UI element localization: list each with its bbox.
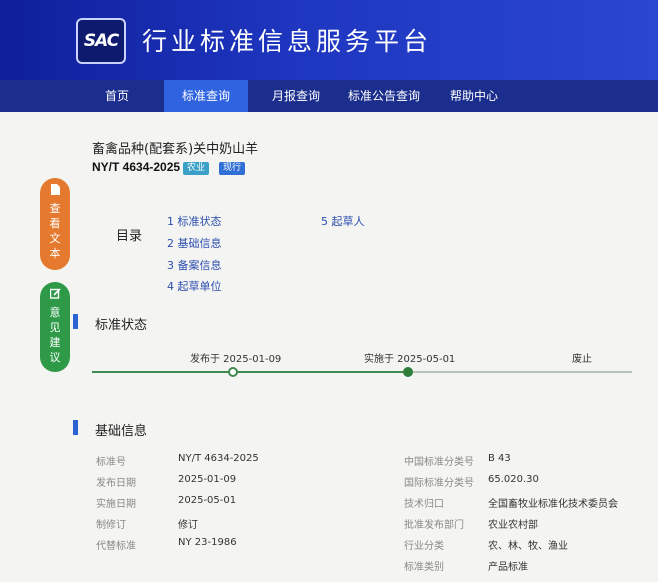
info-key: 代替标准	[96, 541, 136, 552]
status-section-title: 标准状态	[95, 318, 148, 333]
nav-help-center[interactable]: 帮助中心	[440, 80, 508, 112]
info-key: 批准发布部门	[404, 520, 464, 531]
site-title: 行业标准信息服务平台	[142, 27, 433, 56]
info-value: 产品标准	[488, 562, 528, 573]
info-value: 农、林、牧、渔业	[488, 541, 568, 552]
status-timeline	[92, 371, 632, 373]
toc-item-drafters[interactable]: 5 起草人	[321, 213, 365, 229]
toc-label: 标准状态	[177, 215, 222, 228]
info-key: 国际标准分类号	[404, 478, 474, 489]
info-key: 实施日期	[96, 499, 136, 510]
info-key: 标准号	[96, 457, 126, 468]
info-value: 2025-01-09	[178, 474, 237, 485]
main-content	[0, 112, 658, 582]
info-key: 中国标准分类号	[404, 457, 474, 468]
edit-icon	[40, 288, 70, 303]
info-key: 标准类别	[404, 562, 444, 573]
info-key: 行业分类	[404, 541, 444, 552]
published-date-label: 发布于 2025-01-09	[190, 354, 282, 365]
toc-num: 4	[167, 280, 174, 293]
nav-standard-query[interactable]: 标准查询	[164, 80, 248, 112]
info-value: 全国畜牧业标准化技术委员会	[488, 499, 618, 510]
toc-num: 5	[321, 215, 328, 228]
toc-num: 1	[167, 215, 174, 228]
implemented-date-label: 实施于 2025-05-01	[364, 354, 456, 365]
toc-item-status[interactable]: 1 标准状态	[167, 213, 222, 229]
toc-num: 2	[167, 237, 174, 250]
status-badge: 现行	[219, 162, 246, 175]
info-key: 技术归口	[404, 499, 444, 510]
info-value: 2025-05-01	[178, 495, 237, 506]
toc-title: 目录	[116, 229, 143, 244]
nav-home[interactable]: 首页	[88, 80, 146, 112]
category-badge: 农业	[183, 162, 210, 175]
info-value: 修订	[178, 520, 198, 531]
standard-name: 畜禽品种(配套系)关中奶山羊	[92, 142, 259, 157]
nav-announcement-query[interactable]: 标准公告查询	[340, 80, 428, 112]
toc-item-filing-info[interactable]: 3 备案信息	[167, 257, 222, 273]
comment-button[interactable]: 意见建议	[40, 282, 70, 372]
timeline-future	[408, 371, 632, 373]
toc-item-drafting-units[interactable]: 4 起草单位	[167, 278, 222, 294]
published-marker	[228, 367, 238, 377]
info-value: 农业农村部	[488, 520, 538, 531]
toc-num: 3	[167, 259, 174, 272]
site-header: SAC 行业标准信息服务平台	[0, 0, 658, 80]
basic-section-title: 基础信息	[95, 424, 148, 439]
toc-label: 起草单位	[177, 280, 222, 293]
standard-code: NY/T 4634-2025	[92, 160, 181, 174]
toc-label: 备案信息	[177, 259, 222, 272]
implemented-marker	[403, 367, 413, 377]
info-value: 65.020.30	[488, 474, 539, 485]
info-key: 发布日期	[96, 478, 136, 489]
nav-monthly-report[interactable]: 月报查询	[262, 80, 330, 112]
document-icon	[40, 184, 70, 199]
info-key: 制修订	[96, 520, 126, 531]
toc-label: 起草人	[331, 215, 365, 228]
info-value: B 43	[488, 453, 511, 464]
main-nav: 首页 标准查询 月报查询 标准公告查询 帮助中心	[0, 80, 658, 112]
toc-label: 基础信息	[177, 237, 222, 250]
view-text-label: 查看文本	[49, 202, 61, 260]
view-text-button[interactable]: 查看文本	[40, 178, 70, 270]
abolished-label: 废止	[572, 354, 592, 365]
section-marker	[73, 420, 78, 435]
comment-label: 意见建议	[49, 306, 61, 364]
info-value: NY 23-1986	[178, 537, 237, 548]
toc-item-basic-info[interactable]: 2 基础信息	[167, 235, 222, 251]
sac-logo[interactable]: SAC	[76, 18, 126, 64]
info-value: NY/T 4634-2025	[178, 453, 259, 464]
section-marker	[73, 314, 78, 329]
